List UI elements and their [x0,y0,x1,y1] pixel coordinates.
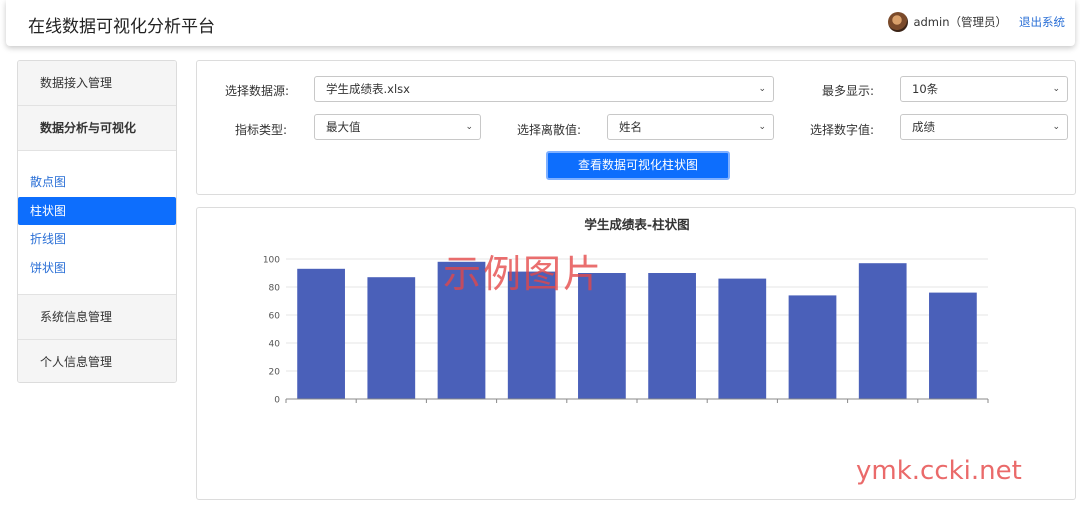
controls-panel: 选择数据源: 学生成绩表.xlsx ⌄ 最多显示: 10条 ⌄ 指标类型: 最大… [196,60,1076,195]
chevron-down-icon: ⌄ [465,122,473,132]
bar [648,273,696,399]
bar [858,263,907,399]
sidebar-item-line[interactable]: 折线图 [18,225,176,254]
bar [718,278,767,399]
sidebar-item-scatter[interactable]: 散点图 [18,168,176,197]
app-title: 在线数据可视化分析平台 [28,17,215,37]
max-show-select[interactable]: 10条 ⌄ [900,76,1068,102]
numeric-select[interactable]: 成绩 ⌄ [900,114,1068,140]
max-show-value: 10条 [912,82,939,96]
y-tick-label: 0 [274,396,280,406]
bar [367,277,416,399]
chevron-down-icon: ⌄ [1052,84,1060,94]
avatar[interactable] [888,12,909,32]
y-tick-label: 80 [269,284,281,294]
discrete-select[interactable]: 姓名 ⌄ [607,114,774,140]
sidebar-group-analysis[interactable]: 数据分析与可视化 [18,106,176,151]
watermark-url: ymk.ccki.net [856,456,1022,486]
datasource-select[interactable]: 学生成绩表.xlsx ⌄ [314,76,774,102]
y-tick-label: 60 [269,312,281,322]
numeric-value: 成绩 [912,120,935,134]
sidebar-submenu-analysis: 散点图 柱状图 折线图 饼状图 [18,151,176,295]
bar [929,292,977,399]
bar [788,295,837,399]
datasource-value: 学生成绩表.xlsx [326,82,410,96]
chevron-down-icon: ⌄ [758,84,766,94]
chevron-down-icon: ⌄ [758,122,766,132]
chevron-down-icon: ⌄ [1052,122,1060,132]
sidebar-item-pie[interactable]: 饼状图 [18,254,176,283]
sidebar: 数据接入管理 数据分析与可视化 散点图 柱状图 折线图 饼状图 系统信息管理 个… [17,60,177,383]
bar [297,268,345,399]
sidebar-group-data-access[interactable]: 数据接入管理 [18,61,176,106]
logout-link[interactable]: 退出系统 [1019,14,1065,30]
numeric-label: 选择数字值: [810,123,875,137]
username: admin（管理员） [913,15,1007,29]
y-tick-label: 20 [269,368,281,378]
top-header: 在线数据可视化分析平台 admin（管理员） 退出系统 [6,0,1075,46]
sidebar-group-system-info[interactable]: 系统信息管理 [18,295,176,340]
sidebar-group-personal-info[interactable]: 个人信息管理 [18,340,176,382]
user-area: admin（管理员） 退出系统 [888,12,1065,32]
metric-type-value: 最大值 [326,120,361,134]
chart-title: 学生成绩表-柱状图 [584,217,689,232]
discrete-value: 姓名 [619,120,642,134]
sidebar-item-bar[interactable]: 柱状图 [18,196,176,225]
y-tick-label: 40 [269,340,281,350]
view-bar-chart-button[interactable]: 查看数据可视化柱状图 [546,151,730,180]
metric-type-label: 指标类型: [235,123,288,137]
max-show-label: 最多显示: [822,84,875,98]
y-tick-label: 100 [263,256,280,266]
watermark-cn: 示例图片 [443,252,604,296]
metric-type-select[interactable]: 最大值 ⌄ [314,114,481,140]
datasource-label: 选择数据源: [225,84,290,98]
discrete-label: 选择离散值: [517,123,582,137]
